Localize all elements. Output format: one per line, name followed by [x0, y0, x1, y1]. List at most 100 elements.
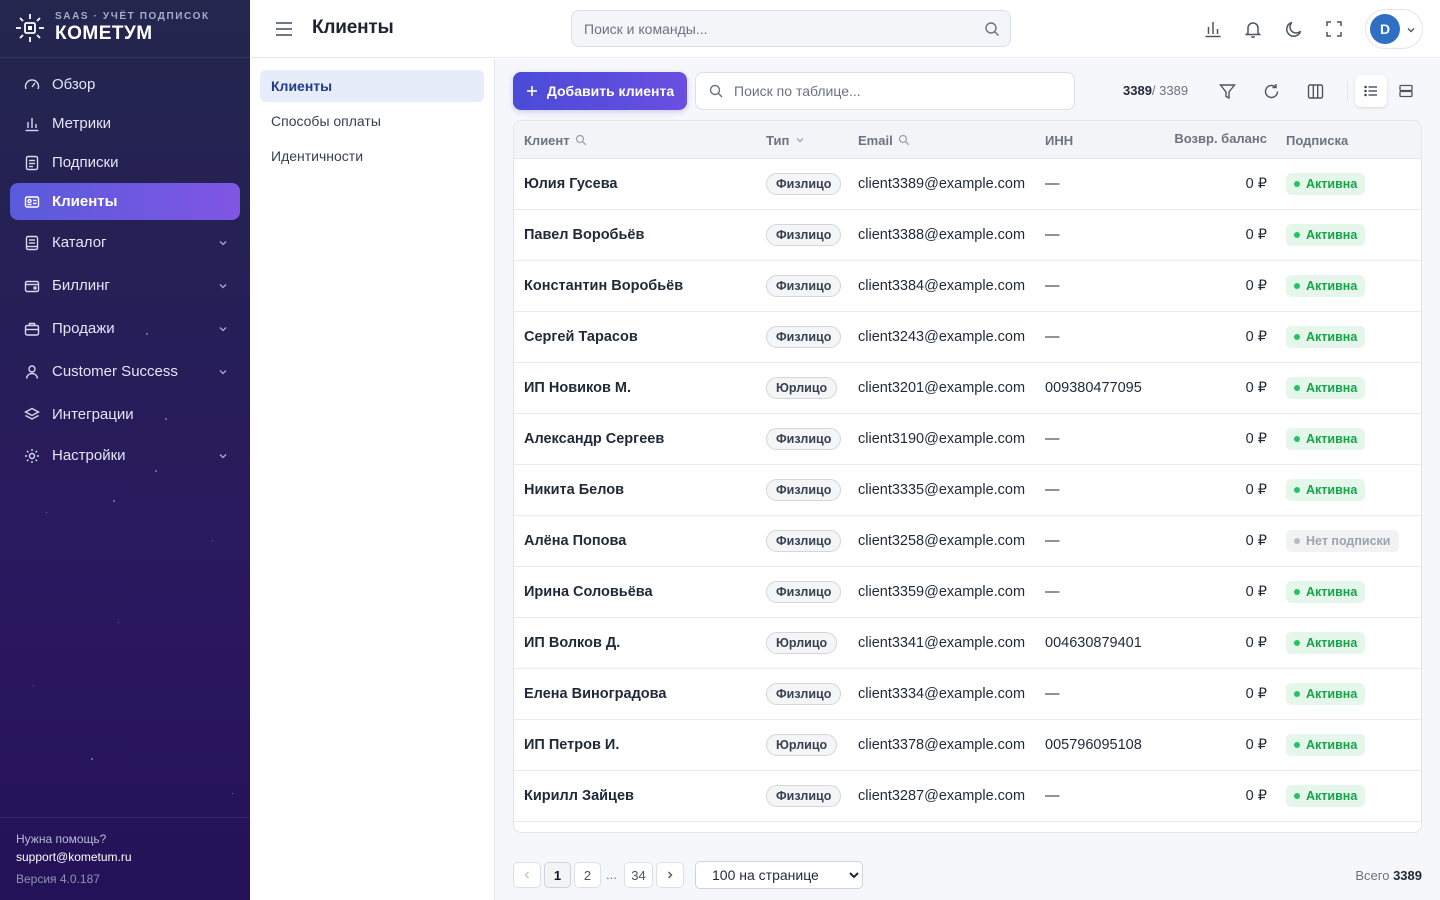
total-value: 3389: [1393, 868, 1422, 883]
table-search-input[interactable]: [734, 73, 1064, 109]
card-view-icon[interactable]: [1390, 75, 1422, 107]
global-search-input[interactable]: [572, 11, 962, 46]
column-header-subscription[interactable]: Подписка: [1286, 121, 1348, 159]
status-label: Активна: [1306, 432, 1358, 446]
sidebar-footer: Нужна помощь? support@kometum.ru Версия …: [0, 817, 250, 886]
menu-icon[interactable]: [275, 19, 293, 39]
client-name[interactable]: Павел Воробьёв: [524, 210, 644, 260]
search-icon[interactable]: [575, 134, 587, 146]
column-header-email[interactable]: Email: [858, 121, 910, 159]
page-button[interactable]: 2: [574, 862, 601, 888]
column-header-balance[interactable]: Возвр. баланс: [1174, 121, 1267, 159]
client-balance: 0 ₽: [1245, 227, 1267, 243]
table-row[interactable]: Алёна Попова Физлицо client3258@example.co…: [514, 516, 1421, 567]
table-row[interactable]: Сергей Тарасов Физлицо client3243@example.…: [514, 312, 1421, 363]
client-name[interactable]: Александр Сергеев: [524, 414, 664, 464]
list-view-icon[interactable]: [1355, 75, 1387, 107]
sidebar-item-customer-success[interactable]: Customer Success: [10, 351, 240, 392]
add-client-button[interactable]: Добавить клиента: [513, 72, 687, 110]
client-type-cell: Физлицо: [766, 210, 842, 260]
column-header-type[interactable]: Тип: [766, 121, 806, 159]
prev-page-button[interactable]: [513, 862, 541, 888]
page-button[interactable]: 34: [624, 862, 653, 888]
next-page-button[interactable]: [656, 862, 684, 888]
table-row[interactable]: ИП Петров И. Юрлицо client3378@example.com…: [514, 720, 1421, 771]
sidebar-item-metrics[interactable]: Метрики: [10, 105, 240, 142]
search-icon[interactable]: [984, 21, 1000, 37]
client-name[interactable]: Елена Виноградова: [524, 669, 666, 719]
table-row[interactable]: ИП Новиков М. Юрлицо client3201@example.co…: [514, 363, 1421, 414]
status-label: Активна: [1306, 177, 1358, 191]
client-type-badge: Юрлицо: [766, 734, 838, 756]
sidebar-item-overview[interactable]: Обзор: [10, 66, 240, 103]
refresh-icon[interactable]: [1259, 79, 1283, 103]
status-dot-icon: [1294, 181, 1300, 187]
client-inn: —: [1045, 329, 1060, 345]
client-name[interactable]: Никита Белов: [524, 465, 624, 515]
status-badge: Активна: [1286, 326, 1366, 348]
fullscreen-icon[interactable]: [1324, 19, 1344, 39]
table-row[interactable]: Никита Белов Физлицо client3335@example.co…: [514, 465, 1421, 516]
client-name[interactable]: Константин Воробьёв: [524, 261, 683, 311]
subnav-item-payment-methods[interactable]: Способы оплаты: [260, 105, 484, 137]
table-row[interactable]: Кирилл Зайцев Физлицо client3287@example.c…: [514, 771, 1421, 822]
client-name[interactable]: Кирилл Зайцев: [524, 771, 634, 821]
client-email: client3287@example.com: [858, 788, 1026, 804]
client-name[interactable]: Юлия Гусева: [524, 159, 618, 209]
sidebar-item-label: Обзор: [52, 76, 96, 93]
client-name[interactable]: Сергей Тарасов: [524, 312, 638, 362]
client-name[interactable]: ИП Волков Д.: [524, 618, 620, 668]
per-page-select[interactable]: 100 на странице: [695, 861, 863, 889]
page-button[interactable]: 1: [544, 862, 571, 888]
client-name[interactable]: Алёна Попова: [524, 516, 626, 566]
column-header-inn[interactable]: ИНН: [1045, 121, 1073, 159]
row-count-shown: 3389: [1123, 83, 1152, 98]
brand-name: КОМЕТУМ: [55, 23, 153, 44]
gear-icon: [24, 448, 40, 464]
table-row[interactable]: Ирина Соловьёва Физлицо client3359@example…: [514, 567, 1421, 618]
client-name[interactable]: ИП Петров И.: [524, 720, 619, 770]
client-type-cell: Физлицо: [766, 261, 842, 311]
sidebar-item-catalog[interactable]: Каталог: [10, 222, 240, 263]
sidebar-item-sales[interactable]: Продажи: [10, 308, 240, 349]
client-type-cell: Физлицо: [766, 567, 842, 617]
client-type-badge: Физлицо: [766, 683, 842, 705]
brand[interactable]: SAAS · УЧЁТ ПОДПИСОК КОМЕТУМ: [14, 11, 210, 45]
status-label: Нет подписки: [1306, 534, 1391, 548]
subnav-item-identities[interactable]: Идентичности: [260, 140, 484, 172]
status-badge: Активна: [1286, 683, 1366, 705]
client-subscription-cell: Активна: [1286, 771, 1366, 821]
table-row[interactable]: Павел Воробьёв Физлицо client3388@example.…: [514, 210, 1421, 261]
chevron-down-icon[interactable]: [794, 134, 806, 146]
status-badge: Активна: [1286, 581, 1366, 603]
table-row[interactable]: Александр Сергеев Физлицо client3190@examp…: [514, 414, 1421, 465]
table-row[interactable]: Елена Виноградова Физлицо client3334@examp…: [514, 669, 1421, 720]
subnav-item-clients[interactable]: Клиенты: [260, 70, 484, 102]
sidebar-item-integrations[interactable]: Интеграции: [10, 394, 240, 435]
client-type-cell: Физлицо: [766, 414, 842, 464]
client-name[interactable]: Ирина Соловьёва: [524, 567, 653, 617]
moon-icon[interactable]: [1284, 19, 1304, 39]
sidebar-item-label: Клиенты: [52, 193, 118, 210]
sidebar-item-settings[interactable]: Настройки: [10, 437, 240, 474]
client-name[interactable]: ИП Новиков М.: [524, 363, 631, 413]
bar-chart-icon[interactable]: [1203, 19, 1223, 39]
support-email-link[interactable]: support@kometum.ru: [16, 848, 234, 866]
status-badge: Активна: [1286, 275, 1366, 297]
sidebar-item-subscriptions[interactable]: Подписки: [10, 144, 240, 181]
status-badge: Активна: [1286, 479, 1366, 501]
filter-icon[interactable]: [1215, 79, 1239, 103]
user-menu[interactable]: D: [1365, 9, 1423, 49]
bell-icon[interactable]: [1243, 19, 1263, 39]
columns-icon[interactable]: [1303, 79, 1327, 103]
sidebar-item-clients[interactable]: Клиенты: [10, 183, 240, 220]
client-type-badge: Физлицо: [766, 530, 842, 552]
column-header-client[interactable]: Клиент: [524, 121, 587, 159]
table-row[interactable]: Юлия Гусева Физлицо client3389@example.com…: [514, 159, 1421, 210]
table-row[interactable]: ИП Волков Д. Юрлицо client3341@example.com…: [514, 618, 1421, 669]
search-icon[interactable]: [898, 134, 910, 146]
table-row[interactable]: Константин Воробьёв Физлицо client3384@exa…: [514, 261, 1421, 312]
chevron-down-icon: [219, 369, 227, 374]
client-inn: —: [1045, 176, 1060, 192]
sidebar-item-billing[interactable]: Биллинг: [10, 265, 240, 306]
